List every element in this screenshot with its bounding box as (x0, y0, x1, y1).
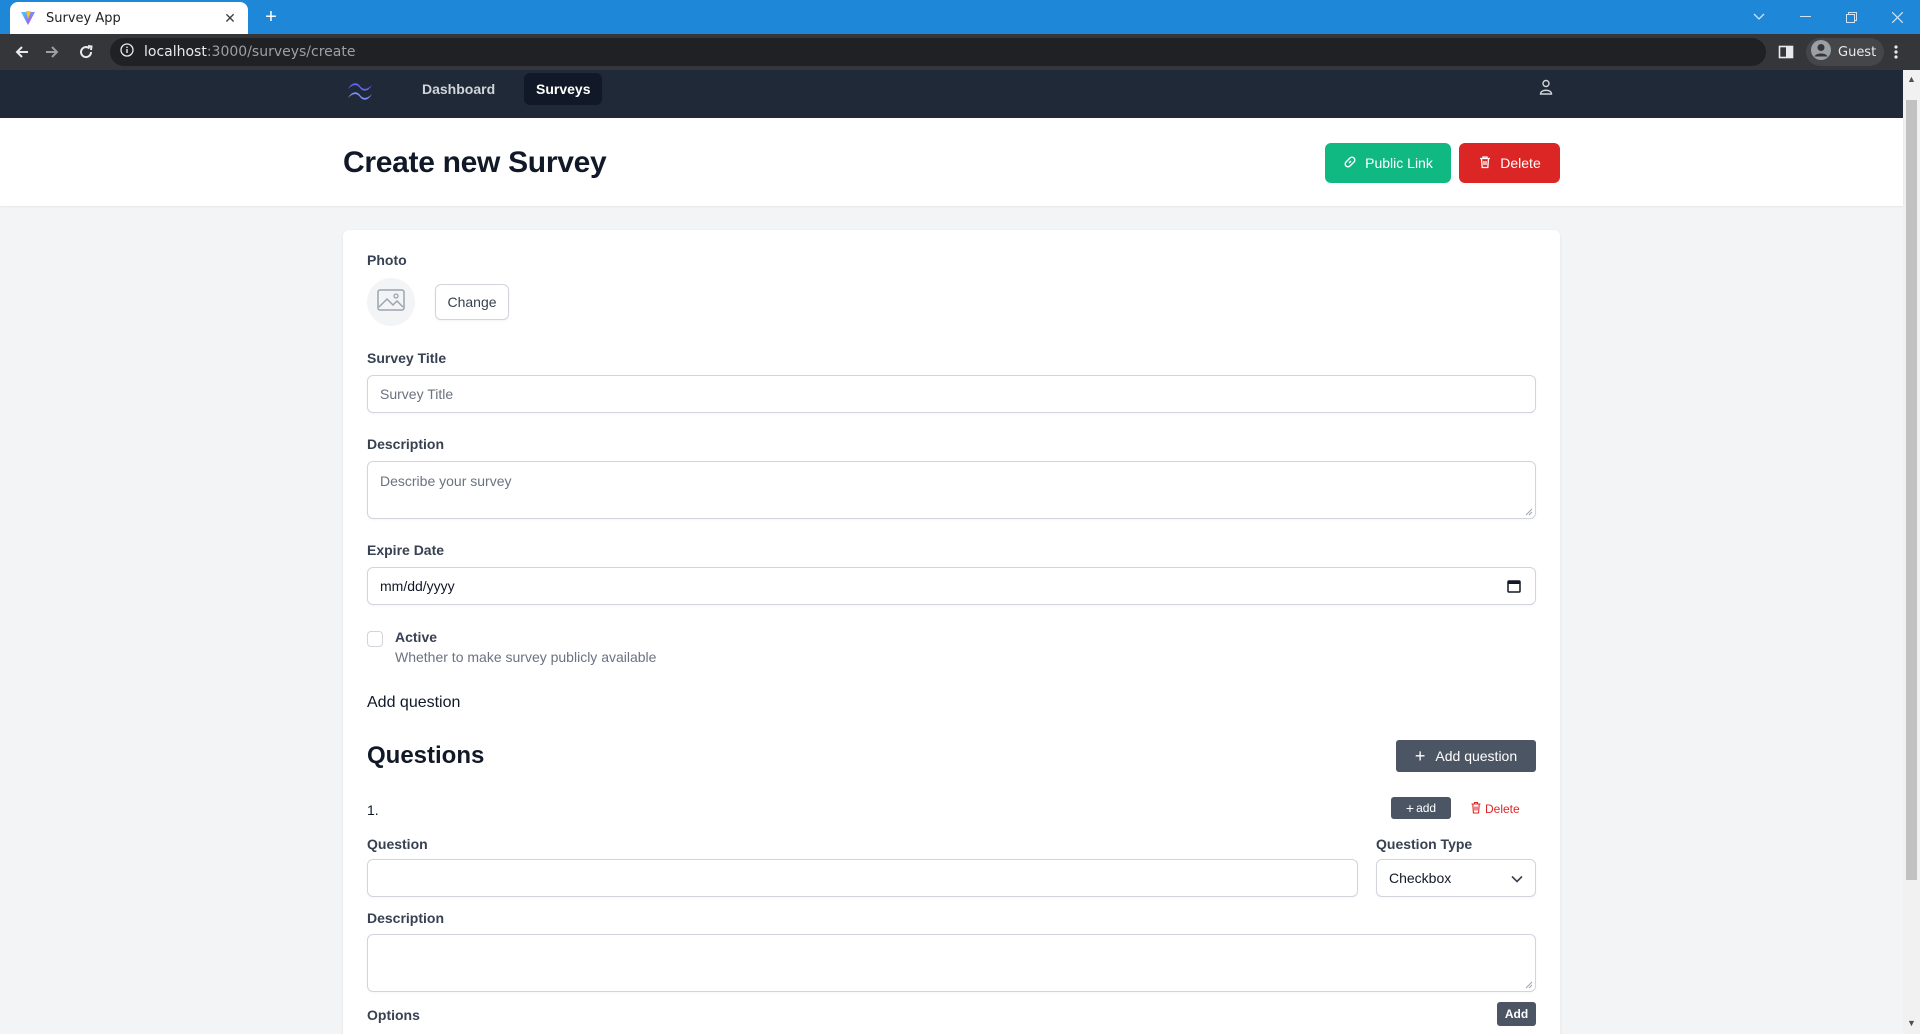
url-host: localhost (144, 44, 207, 60)
questions-heading: Questions (367, 742, 485, 769)
active-label: Active (395, 629, 438, 645)
browser-menu-icon[interactable] (1894, 38, 1898, 66)
scroll-up-icon[interactable]: ▲ (1906, 74, 1917, 84)
link-icon (1343, 155, 1365, 172)
question-label: Question (367, 836, 428, 852)
delete-label: Delete (1500, 155, 1541, 171)
calendar-icon[interactable] (1507, 579, 1521, 596)
options-add-button[interactable]: Add (1497, 1002, 1536, 1026)
plus-icon: + (1414, 746, 1426, 766)
scrollbar-thumb[interactable] (1906, 100, 1917, 880)
browser-toolbar: localhost:3000/surveys/create Guest (0, 34, 1920, 70)
trash-icon (1470, 801, 1485, 817)
side-panel-icon[interactable] (1778, 38, 1794, 66)
resize-grip-icon[interactable] (1525, 508, 1533, 516)
question-description-label: Description (367, 910, 445, 926)
expire-date-input[interactable]: mm/dd/yyyy (367, 567, 1536, 605)
url-text: localhost:3000/surveys/create (144, 44, 355, 60)
reload-icon[interactable] (74, 40, 98, 64)
scroll-down-icon[interactable]: ▼ (1906, 1018, 1917, 1028)
chevron-down-icon (1511, 870, 1523, 886)
add-question-button[interactable]: + Add question (1396, 740, 1536, 772)
vite-favicon-icon (20, 10, 36, 26)
user-menu-button[interactable] (1530, 73, 1562, 105)
window-controls (1736, 0, 1920, 34)
browser-tab[interactable]: Survey App ✕ (10, 2, 248, 34)
description-label: Description (367, 436, 445, 452)
description-textarea[interactable]: Describe your survey (367, 461, 1536, 519)
restore-icon[interactable] (1828, 0, 1874, 34)
page-header: Create new Survey Public Link Delete (0, 118, 1903, 206)
public-link-button[interactable]: Public Link (1325, 143, 1451, 183)
photo-label: Photo (367, 252, 407, 268)
photo-placeholder (367, 278, 415, 326)
address-bar[interactable]: localhost:3000/surveys/create (110, 38, 1766, 66)
app-navbar: Dashboard Surveys (0, 70, 1903, 118)
question-delete-label: Delete (1485, 802, 1520, 816)
question-type-select[interactable]: Checkbox (1376, 859, 1536, 897)
active-help-text: Whether to make survey publicly availabl… (395, 649, 657, 665)
back-icon[interactable] (10, 40, 34, 64)
guest-avatar-icon (1810, 39, 1832, 66)
new-tab-icon[interactable]: + (260, 6, 282, 28)
delete-survey-button[interactable]: Delete (1459, 143, 1560, 183)
url-path: :3000/surveys/create (206, 44, 356, 60)
tab-search-icon[interactable] (1736, 0, 1782, 34)
site-info-icon[interactable] (120, 42, 134, 62)
browser-titlebar: Survey App ✕ + (0, 0, 1920, 34)
tailwind-logo-icon[interactable] (344, 76, 376, 108)
trash-icon (1478, 155, 1500, 172)
survey-form-card: Photo Change Survey Title Survey Title D… (343, 230, 1560, 1034)
question-add-button[interactable]: + add (1391, 797, 1451, 819)
close-window-icon[interactable] (1874, 0, 1920, 34)
tab-title: Survey App (46, 10, 121, 26)
user-icon (1539, 79, 1553, 100)
minimize-icon[interactable] (1782, 0, 1828, 34)
question-type-value: Checkbox (1389, 870, 1452, 886)
question-input[interactable] (367, 859, 1358, 897)
add-question-text: Add question (367, 694, 461, 711)
page-title: Create new Survey (343, 146, 607, 179)
plus-icon: + (1405, 800, 1415, 816)
change-photo-button[interactable]: Change (435, 284, 509, 320)
options-label: Options (367, 1007, 420, 1023)
resize-grip-icon[interactable] (1525, 981, 1533, 989)
survey-title-label: Survey Title (367, 350, 447, 366)
question-number: 1. (367, 802, 379, 818)
expire-date-value: mm/dd/yyyy (380, 578, 455, 594)
image-icon (377, 288, 405, 317)
question-delete-button[interactable]: Delete (1470, 799, 1520, 819)
question-description-textarea[interactable] (367, 934, 1536, 992)
add-question-label: Add question (1435, 748, 1518, 764)
active-checkbox[interactable] (367, 631, 383, 647)
nav-dashboard[interactable]: Dashboard (410, 73, 507, 105)
description-placeholder: Describe your survey (380, 473, 512, 489)
question-add-label: add (1416, 801, 1437, 815)
tab-close-icon[interactable]: ✕ (222, 10, 238, 26)
expire-date-label: Expire Date (367, 542, 445, 558)
public-link-label: Public Link (1365, 155, 1433, 171)
question-type-label: Question Type (1376, 836, 1473, 852)
nav-surveys[interactable]: Surveys (524, 73, 603, 105)
forward-icon[interactable] (40, 40, 64, 64)
profile-name: Guest (1838, 44, 1877, 60)
profile-button[interactable]: Guest (1806, 38, 1885, 66)
survey-title-input[interactable]: Survey Title (367, 375, 1536, 413)
